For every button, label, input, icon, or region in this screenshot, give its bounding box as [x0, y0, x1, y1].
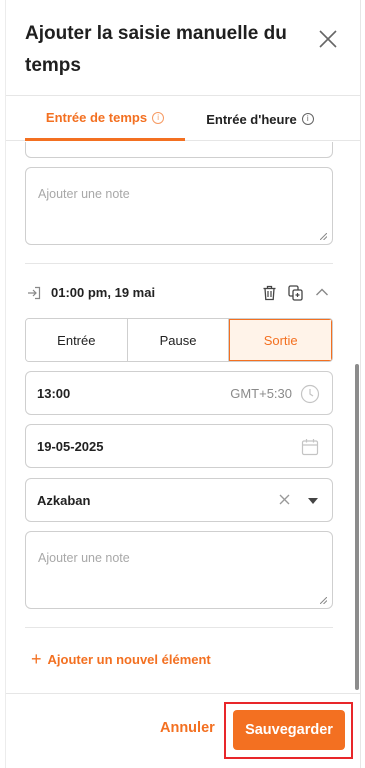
chevron-up-icon[interactable]: [315, 287, 329, 297]
resize-handle-icon[interactable]: [320, 597, 327, 604]
info-icon[interactable]: i: [301, 113, 314, 125]
duplicate-icon[interactable]: [288, 285, 303, 301]
entry-note-field[interactable]: Ajouter une note: [25, 531, 333, 609]
resize-handle-icon[interactable]: [320, 233, 327, 240]
date-value: 19-05-2025: [37, 439, 104, 454]
previous-entry-field[interactable]: [25, 142, 333, 158]
location-select[interactable]: Azkaban: [25, 478, 333, 522]
location-value: Azkaban: [37, 493, 91, 508]
scrollbar-thumb[interactable]: [355, 364, 359, 690]
note-placeholder: Ajouter une note: [38, 187, 130, 201]
trash-icon[interactable]: [262, 285, 277, 301]
entry-divider: [25, 263, 333, 264]
entry-time-label: 01:00 pm, 19 mai: [51, 285, 156, 300]
segment-clock-in[interactable]: Entrée: [26, 319, 128, 361]
tab-hour-entry[interactable]: Entrée d'heure i: [185, 97, 335, 141]
tab-time-entry[interactable]: Entrée de temps i: [25, 97, 185, 141]
panel-title: Ajouter la saisie manuelle du temps: [25, 23, 287, 76]
panel-header: Ajouter la saisie manuelle du temps: [5, 0, 361, 96]
note-placeholder: Ajouter une note: [38, 551, 130, 565]
entry-header: 01:00 pm, 19 mai: [25, 280, 333, 306]
segment-break[interactable]: Pause: [127, 319, 230, 361]
panel-left-border: [5, 0, 6, 768]
timezone-label: GMT+5:30: [230, 386, 292, 401]
dropdown-caret-icon[interactable]: [308, 498, 318, 504]
login-icon: [28, 286, 41, 300]
tab-time-entry-label: Entrée de temps: [45, 110, 148, 125]
add-new-item-label: Ajouter un nouvel élément: [47, 652, 211, 667]
panel-right-border: [360, 0, 361, 768]
tab-hour-entry-label: Entrée d'heure: [206, 111, 297, 127]
save-button[interactable]: Sauvegarder: [233, 710, 345, 750]
section-divider: [25, 627, 333, 628]
add-new-item-button[interactable]: + Ajouter un nouvel élément: [31, 649, 211, 669]
calendar-icon[interactable]: [301, 438, 319, 456]
info-icon[interactable]: i: [152, 111, 165, 124]
panel-footer: Annuler Sauvegarder: [5, 693, 361, 768]
clock-icon[interactable]: [300, 384, 320, 404]
plus-icon: +: [31, 649, 42, 669]
cancel-button[interactable]: Annuler: [160, 720, 215, 736]
time-field[interactable]: 13:00 GMT+5:30: [25, 371, 333, 415]
tab-bar: Entrée de temps i Entrée d'heure i: [5, 97, 361, 141]
clear-icon[interactable]: [279, 494, 290, 505]
segment-clock-out[interactable]: Sortie: [229, 319, 332, 361]
date-field[interactable]: 19-05-2025: [25, 424, 333, 468]
time-value: 13:00: [37, 386, 71, 401]
entry-type-segmented-control: Entrée Pause Sortie: [25, 318, 333, 362]
time-entry-panel: Ajouter la saisie manuelle du temps Entr…: [5, 0, 361, 768]
form-scroll-area[interactable]: Ajouter une note 01:00 pm, 19 mai Entrée…: [5, 142, 361, 692]
close-icon[interactable]: [317, 28, 339, 50]
previous-note-field[interactable]: Ajouter une note: [25, 167, 333, 245]
